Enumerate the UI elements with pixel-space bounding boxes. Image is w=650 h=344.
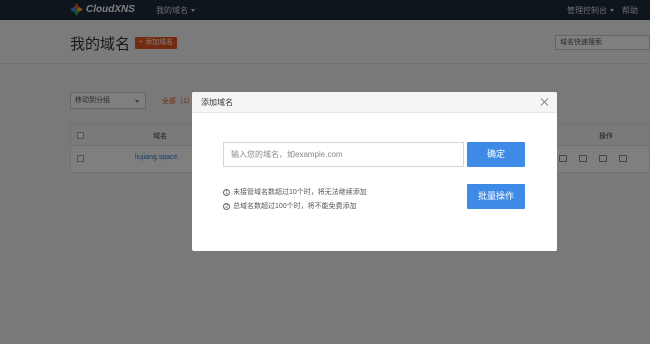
note-item: 2 总域名数超过100个时，将不能免费添加 <box>223 200 367 214</box>
note-item: 1 未接管域名数超过10个时，将无法继续添加 <box>223 186 367 200</box>
modal-title: 添加域名 <box>201 98 233 107</box>
note-number: 2 <box>223 202 230 210</box>
note-text: 总域名数超过100个时，将不能免费添加 <box>233 203 357 210</box>
domain-input[interactable] <box>223 142 464 167</box>
notes-list: 1 未接管域名数超过10个时，将无法继续添加 2 总域名数超过100个时，将不能免费… <box>223 186 367 214</box>
confirm-button[interactable]: 确定 <box>467 142 525 167</box>
close-icon[interactable] <box>539 96 551 108</box>
note-number: 1 <box>223 188 230 196</box>
add-domain-modal: 添加域名 确定 1未接管域名数超过10个时，将无法继续添加 2总域名数超过100… <box>192 92 557 251</box>
note-text: 未接管域名数超过10个时，将无法继续添加 <box>233 189 367 196</box>
modal-header: 添加域名 <box>192 92 557 113</box>
batch-operation-button[interactable]: 批量操作 <box>467 184 525 209</box>
